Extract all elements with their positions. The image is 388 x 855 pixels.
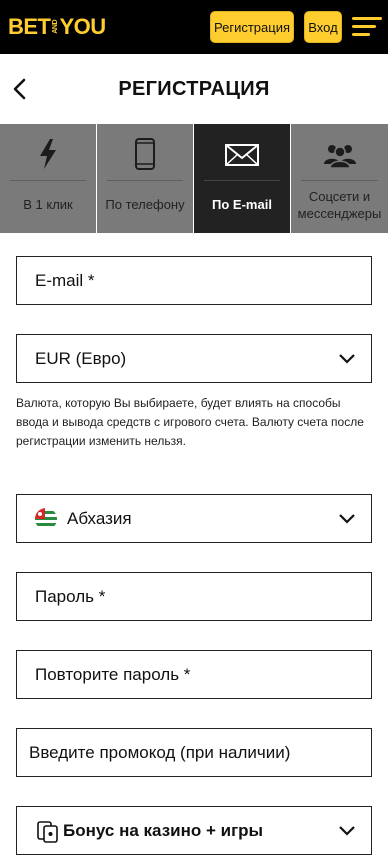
envelope-icon — [194, 138, 290, 170]
tab-divider — [10, 180, 86, 181]
registration-method-tabs: В 1 клик По телефону По E-mail Соцсети и… — [0, 124, 388, 233]
bonus-select[interactable]: Бонус на казино + игры — [16, 806, 372, 855]
login-button[interactable]: Вход — [304, 11, 342, 43]
currency-note: Валюта, которую Вы выбираете, будет влия… — [16, 396, 364, 448]
top-bar: BET AND YOU Регистрация Вход — [0, 0, 388, 54]
currency-select[interactable]: EUR (Евро) — [16, 334, 372, 383]
tab-divider — [204, 180, 280, 181]
tab-label: По телефону — [105, 197, 185, 212]
tab-label: Соцсети и мессенджеры — [297, 189, 382, 221]
logo[interactable]: BET AND YOU — [8, 13, 106, 41]
password-placeholder: Пароль * — [35, 586, 106, 606]
password-field[interactable]: Пароль * — [16, 572, 372, 621]
page-title: РЕГИСТРАЦИЯ — [118, 78, 270, 100]
logo-and-text: AND — [51, 20, 59, 34]
email-field[interactable]: E-mail * — [16, 256, 372, 305]
phone-icon — [97, 138, 193, 170]
tab-phone[interactable]: По телефону — [97, 124, 194, 233]
tab-divider — [301, 180, 378, 181]
chevron-down-icon — [339, 354, 355, 364]
chevron-down-icon — [339, 514, 355, 524]
logo-right-text: YOU — [59, 14, 107, 39]
tab-one-click[interactable]: В 1 клик — [0, 124, 97, 233]
abkhazia-flag-icon — [35, 508, 57, 530]
email-placeholder: E-mail * — [35, 270, 95, 290]
casino-chip-icon — [35, 819, 59, 843]
country-select[interactable]: Абхазия — [16, 494, 372, 543]
tab-social[interactable]: Соцсети и мессенджеры — [291, 124, 388, 233]
register-button[interactable]: Регистрация — [210, 11, 294, 43]
tab-label: В 1 клик — [23, 197, 73, 212]
promo-code-field[interactable]: Введите промокод (при наличии) — [16, 728, 372, 777]
hamburger-menu-icon[interactable] — [352, 16, 382, 38]
promo-placeholder: Введите промокод (при наличии) — [29, 742, 291, 762]
logo-left-text: BET — [8, 14, 51, 39]
chevron-down-icon — [339, 826, 355, 836]
people-icon — [291, 138, 388, 170]
tab-email[interactable]: По E-mail — [194, 124, 291, 233]
password-repeat-field[interactable]: Повторите пароль * — [16, 650, 372, 699]
password-repeat-placeholder: Повторите пароль * — [35, 664, 191, 684]
tab-divider — [107, 180, 183, 181]
currency-value: EUR (Евро) — [35, 348, 127, 368]
tab-label: По E-mail — [212, 197, 272, 212]
lightning-icon — [0, 138, 96, 170]
